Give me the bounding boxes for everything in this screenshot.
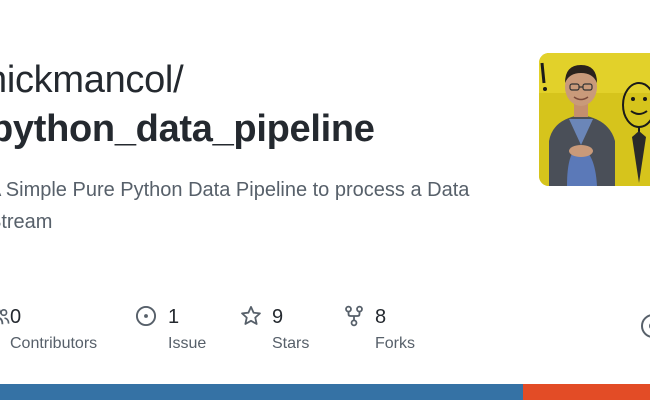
repo-forked-icon <box>345 305 363 327</box>
language-bar <box>0 384 650 400</box>
language-bar-segment <box>0 384 524 400</box>
repo-owner[interactable]: nickmancol/ <box>0 58 184 102</box>
star-icon <box>241 306 261 325</box>
contributors-label: Contributors <box>10 335 98 352</box>
forks-stat[interactable]: 8 Forks <box>343 302 433 362</box>
issue-opened-icon <box>135 305 157 327</box>
issues-count: 1 <box>168 306 180 328</box>
repo-stats: 0 Contributors 1 Issue 9 Stars 8 Forks <box>0 302 650 362</box>
contributors-stat[interactable]: 0 Contributors <box>0 302 108 362</box>
contributors-count: 0 <box>10 306 22 328</box>
language-bar-segment <box>523 384 650 400</box>
forks-label: Forks <box>375 335 415 352</box>
people-icon <box>0 308 10 325</box>
issues-stat[interactable]: 1 Issue <box>135 302 225 362</box>
repo-name[interactable]: python_data_pipeline <box>0 106 375 152</box>
repo-description: A Simple Pure Python Data Pipeline to pr… <box>0 179 470 233</box>
stars-stat[interactable]: 9 Stars <box>240 302 330 362</box>
forks-count: 8 <box>375 306 387 328</box>
stars-count: 9 <box>272 306 284 328</box>
stars-label: Stars <box>272 335 310 352</box>
github-logo-icon <box>641 314 650 338</box>
owner-avatar[interactable] <box>539 53 650 186</box>
issues-label: Issue <box>168 335 207 352</box>
repo-social-card: nickmancol/ python_data_pipeline A Simpl… <box>0 0 650 400</box>
